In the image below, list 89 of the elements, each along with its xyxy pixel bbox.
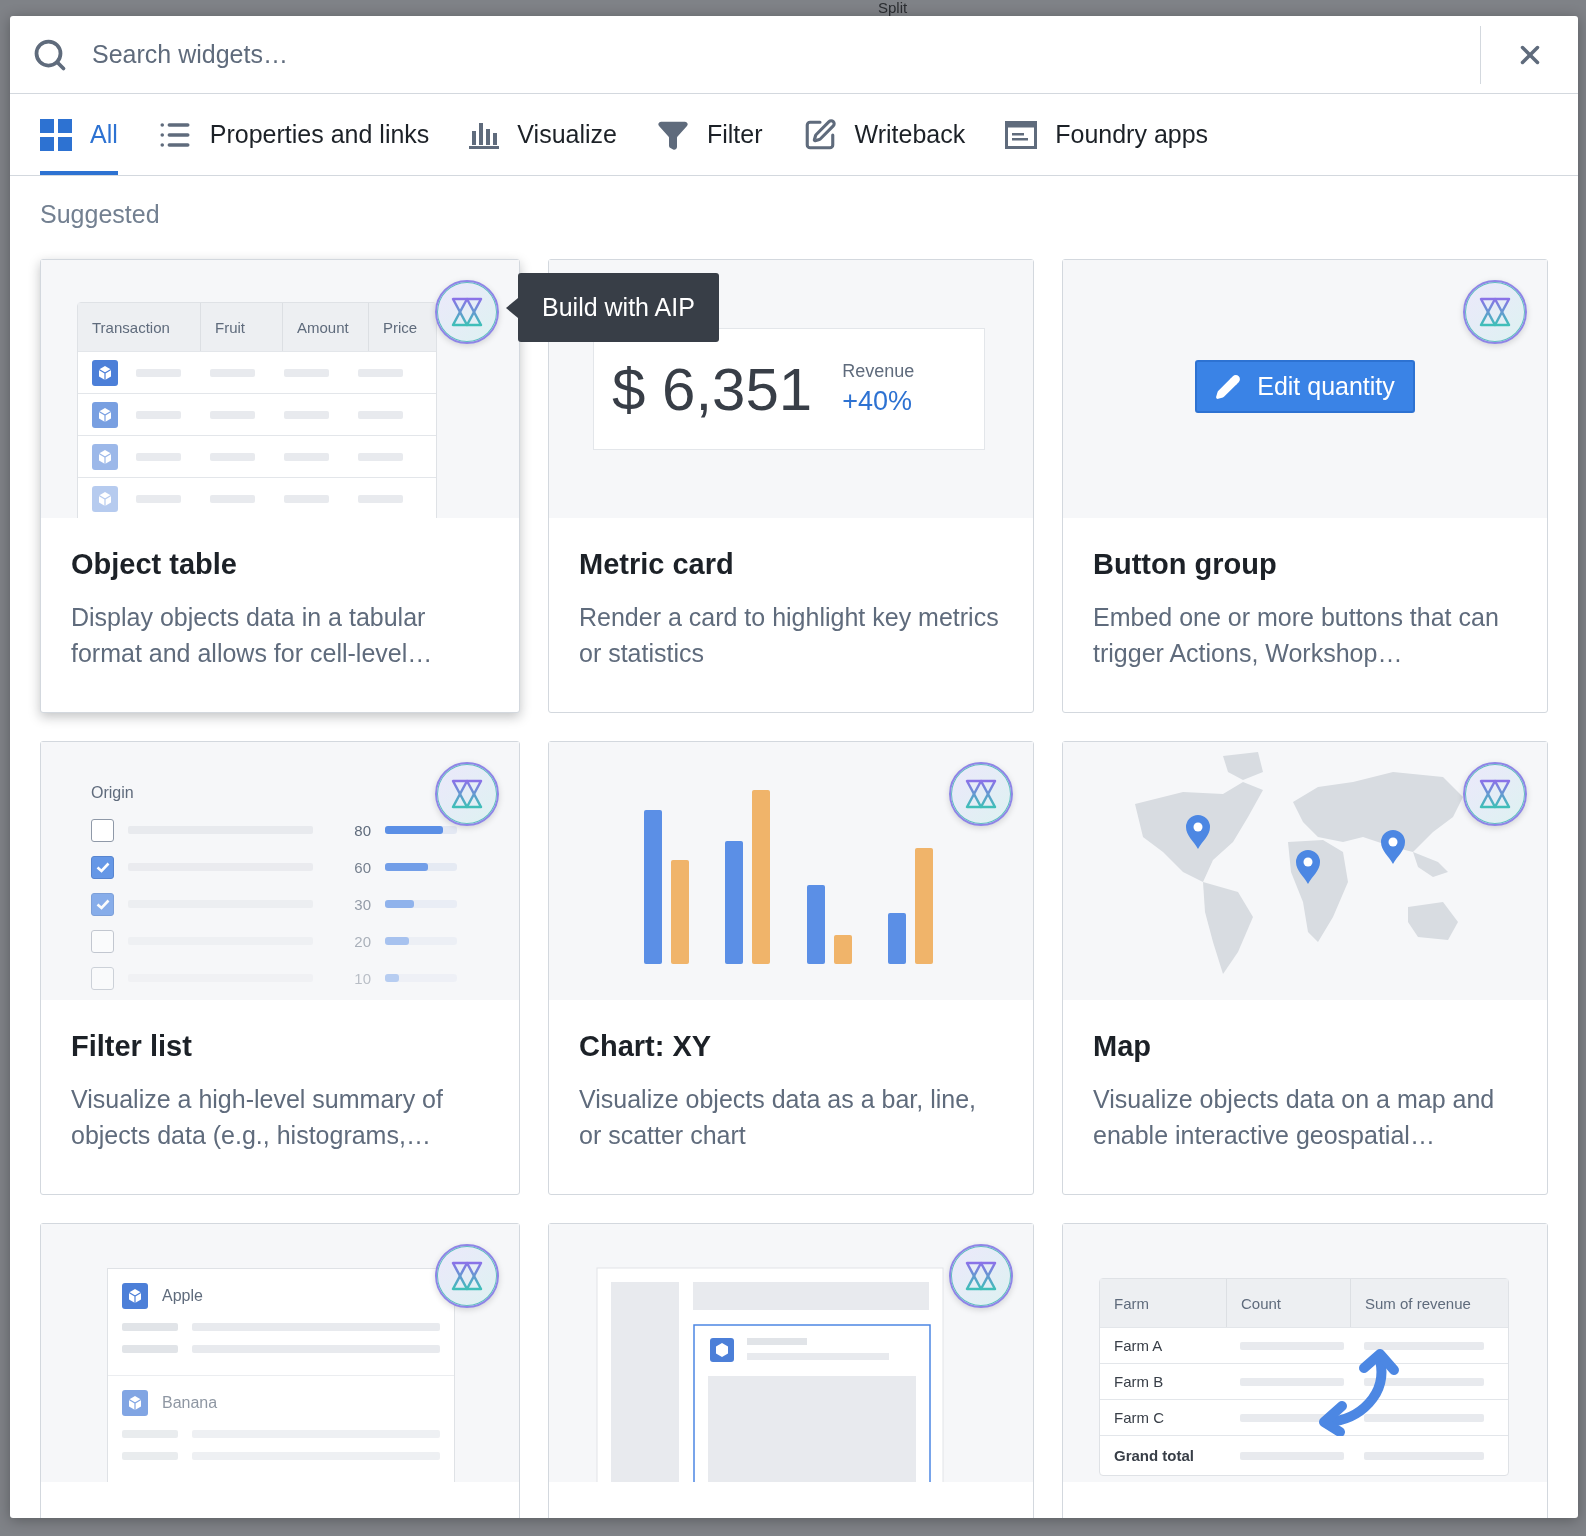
- overlapping-triangles-icon: [1478, 779, 1512, 809]
- check-icon: [95, 898, 110, 910]
- column-header: Farm: [1113, 1293, 1150, 1314]
- card-description: Visualize objects data as a bar, line, or scatter chart: [579, 1084, 977, 1151]
- aip-button[interactable]: [435, 280, 499, 344]
- window-icon: [1005, 120, 1038, 149]
- column-header: Count: [1226, 1279, 1350, 1327]
- category-tab[interactable]: Writeback: [802, 94, 966, 175]
- checkbox[interactable]: [91, 855, 114, 879]
- list-item-name: Apple: [162, 1287, 203, 1305]
- placeholder-bar: [122, 1323, 178, 1331]
- cube-icon: [92, 359, 118, 386]
- cube-icon: [92, 401, 118, 428]
- checkbox[interactable]: [91, 892, 114, 916]
- overlapping-triangles-icon: [1478, 297, 1512, 327]
- column-header: Transaction: [91, 317, 171, 338]
- category-tab[interactable]: Filter: [656, 94, 763, 175]
- count-value: 80: [353, 821, 372, 839]
- card-title: Map: [1093, 1030, 1152, 1063]
- total-label: Grand total: [1114, 1447, 1195, 1464]
- cube-icon: [122, 1283, 148, 1309]
- metric-label: Revenue: [842, 361, 915, 382]
- pencil-icon: [1215, 373, 1242, 400]
- list-item-name: Banana: [162, 1394, 218, 1412]
- chart-bar: [834, 935, 852, 964]
- card-description: Visualize a high-level summary of objects data (e.g., histograms,…: [71, 1084, 444, 1151]
- card-title: Button group: [1093, 548, 1278, 581]
- search-field[interactable]: Search widgets…: [90, 39, 1458, 70]
- category-tab[interactable]: Properties and links: [157, 94, 430, 175]
- column-header: Fruit: [200, 303, 282, 351]
- count-value: 20: [353, 932, 372, 950]
- card-description: Display objects data in a tabular format and allows for cell-level…: [71, 602, 434, 669]
- widget-card[interactable]: Map Visualize objects data on a map and enable interactive geospatial…: [1062, 741, 1548, 1195]
- overlapping-triangles-icon: [964, 1261, 998, 1291]
- continent-shape: [1223, 752, 1263, 780]
- widget-card[interactable]: Apple Banana: [40, 1223, 520, 1518]
- card-title: Chart: XY: [579, 1030, 713, 1063]
- section-title: Suggested: [40, 200, 161, 229]
- count-value: 30: [353, 895, 372, 913]
- count-value: 10: [353, 969, 372, 987]
- tooltip: Build with AIP: [506, 273, 719, 342]
- count-value: 60: [353, 858, 372, 876]
- cube-icon: [122, 1390, 148, 1416]
- widget-card[interactable]: Edit quantity Button group Embed one or more buttons that can trigger Actions, Workshop…: [1062, 259, 1548, 713]
- grid-icon: [40, 118, 72, 151]
- map-pin-icon: [1296, 850, 1320, 884]
- background-toolbar-label: Split: [878, 0, 908, 16]
- map-pin-icon: [1381, 830, 1405, 864]
- metric-value: $ 6,351: [612, 354, 813, 424]
- filter-label: Origin: [91, 784, 135, 802]
- chart-bar: [888, 913, 906, 964]
- card-title: Filter list: [71, 1030, 193, 1063]
- aip-button[interactable]: [1463, 762, 1527, 826]
- cube-icon: [92, 485, 118, 512]
- placeholder-bar: [122, 1345, 178, 1353]
- card-description: Embed one or more buttons that can trigger Actions, Workshop…: [1093, 602, 1500, 669]
- column-header: Amount: [282, 303, 368, 351]
- aip-button[interactable]: [435, 1244, 499, 1308]
- row-label: Farm B: [1114, 1373, 1165, 1390]
- card-title: Metric card: [579, 548, 735, 581]
- widget-card[interactable]: Transaction Fruit Amount Price Object table Display objects data in a tabular format and allows for cell-level…: [40, 259, 520, 713]
- card-description: Visualize objects data on a map and enable interactive geospatial…: [1093, 1084, 1496, 1151]
- widget-card[interactable]: Chart: XY Visualize objects data as a bar, line, or scatter chart: [548, 741, 1034, 1195]
- check-icon: [95, 861, 110, 873]
- widget-card[interactable]: Farm Count Sum of revenue Farm A Farm B Farm C Grand total: [1062, 1223, 1548, 1518]
- overlapping-triangles-icon: [450, 779, 484, 809]
- overlapping-triangles-icon: [450, 297, 484, 327]
- category-tab[interactable]: Foundry apps: [1005, 94, 1209, 175]
- continent-shape: [1408, 902, 1458, 940]
- checkbox[interactable]: [91, 818, 114, 842]
- aip-button[interactable]: [1463, 280, 1527, 344]
- map-pin-icon: [1186, 815, 1210, 849]
- category-tab[interactable]: All: [40, 94, 118, 175]
- edit-quantity-button[interactable]: Edit quantity: [1195, 360, 1415, 413]
- aip-button[interactable]: [435, 762, 499, 826]
- aip-button[interactable]: [949, 762, 1013, 826]
- cube-icon: [92, 443, 118, 470]
- row-label: Farm A: [1114, 1337, 1164, 1354]
- overlapping-triangles-icon: [450, 1261, 484, 1291]
- bar-chart-icon: [469, 120, 500, 149]
- category-tab[interactable]: Visualize: [469, 94, 617, 175]
- checkbox[interactable]: [91, 929, 114, 953]
- card-description: Render a card to highlight key metrics or statistics: [579, 602, 1000, 669]
- column-header: Sum of revenue: [1350, 1279, 1508, 1327]
- aip-button[interactable]: [949, 1244, 1013, 1308]
- metric-change: +40%: [842, 386, 913, 417]
- row-label: Farm C: [1114, 1409, 1165, 1426]
- overlapping-triangles-icon: [964, 779, 998, 809]
- card-title: Object table: [71, 548, 238, 581]
